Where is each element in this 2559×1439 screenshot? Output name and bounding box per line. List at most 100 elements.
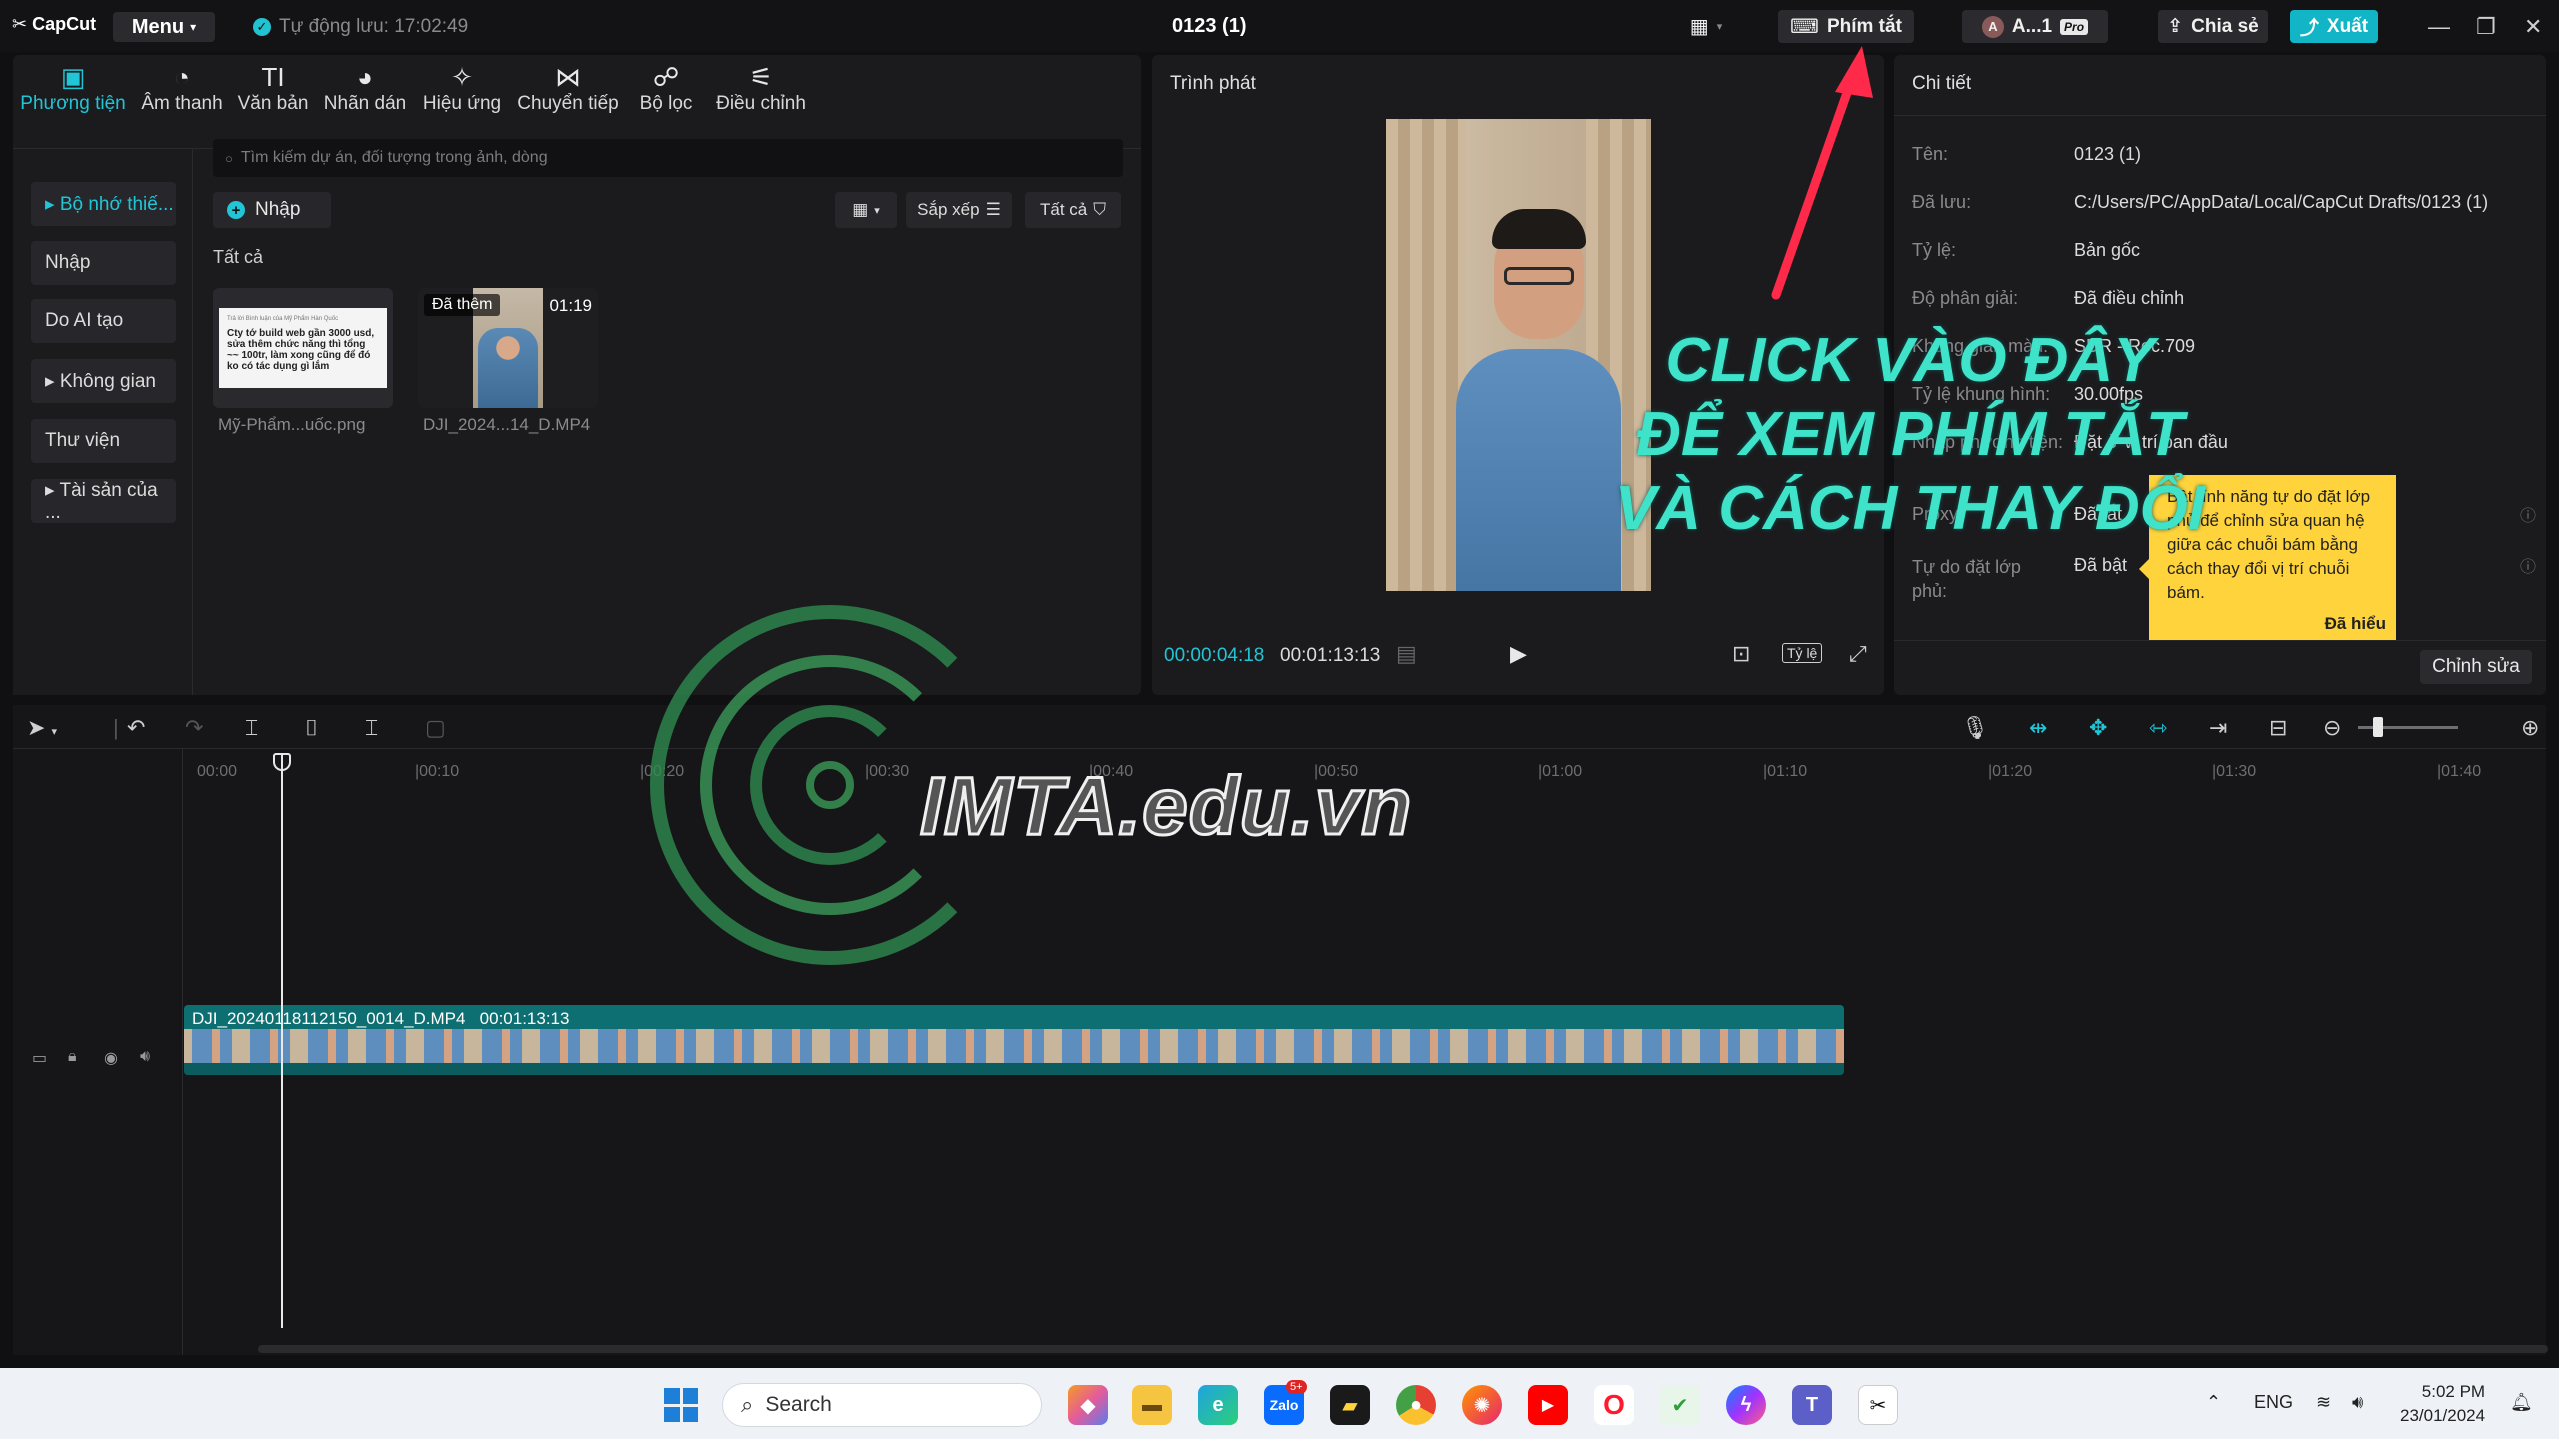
tab-adjust[interactable]: ⚟ Điều chỉnh (711, 61, 811, 115)
account-button[interactable]: A A...1 Pro (1962, 10, 2108, 43)
media-thumb-image[interactable]: Trả lời Bình luận của Mỹ Phẩm Hàn Quốc Ct… (213, 288, 393, 408)
wifi-icon[interactable]: ≋ (2316, 1392, 2331, 1413)
search-input[interactable]: ○ Tìm kiếm dự án, đối tượng trong ảnh, dò… (213, 139, 1123, 177)
filter-all-button[interactable]: Tất cả ⛉ (1025, 192, 1121, 228)
redo-icon[interactable]: ↷ (185, 715, 203, 741)
toolbar-separator: | (113, 715, 119, 740)
app-icon[interactable]: ✔ (1660, 1385, 1700, 1425)
avatar: A (1981, 15, 2004, 38)
zoom-slider-handle[interactable] (2373, 717, 2383, 737)
text-icon: TI (261, 62, 285, 92)
microphone-icon[interactable]: 🎙 (1961, 715, 1989, 741)
sidebar-item-space[interactable]: ▸ Không gian (31, 359, 176, 403)
linkage-icon[interactable]: ⇿ (2149, 715, 2167, 741)
teams-icon[interactable]: T (1792, 1385, 1832, 1425)
tooltip-ok-button[interactable]: Đã hiểu (2325, 612, 2386, 636)
section-label: Tất cả (213, 247, 264, 267)
timeline-scrollbar[interactable] (258, 1345, 2548, 1353)
edge-icon[interactable]: e (1198, 1385, 1238, 1425)
info-icon[interactable]: ⓘ (2520, 502, 2536, 526)
minimize-icon[interactable]: — (2428, 14, 2450, 40)
preview-axis-icon[interactable]: ⇥ (2209, 715, 2227, 741)
sidebar-item-assets[interactable]: ▸ Tài sản của ... (31, 479, 176, 523)
timeline-grid-icon[interactable]: ▤ (1396, 641, 1417, 667)
split-icon[interactable]: ⌶ (245, 715, 258, 741)
lock-icon[interactable]: 🔒︎ (68, 1048, 77, 1066)
autosave-text: Tự động lưu: 17:02:49 (279, 16, 469, 37)
trim-right-icon[interactable]: ⌶ (365, 715, 378, 741)
undo-icon[interactable]: ↶ (127, 715, 145, 741)
clip-thumbnails (184, 1029, 1844, 1063)
tab-label: Hiệu ứng (422, 93, 502, 114)
close-icon[interactable]: ✕ (2524, 14, 2542, 40)
shortcuts-button[interactable]: ⌨ Phím tắt (1778, 10, 1914, 43)
sidebar-item-ai[interactable]: Do AI tạo (31, 299, 176, 343)
annotation-line: VÀ CÁCH THAY ĐỔI (1614, 474, 2206, 543)
chevron-down-icon: ▾ (1716, 21, 1723, 33)
media-thumb-video[interactable]: Đã thêm 01:19 (418, 288, 598, 408)
zoom-out-icon[interactable]: ⊖ (2323, 715, 2341, 741)
adjust-icon: ⚟ (749, 62, 773, 92)
zoom-in-icon[interactable]: ⊕ (2521, 715, 2539, 741)
info-icon[interactable]: ⓘ (2520, 553, 2536, 577)
volume-icon[interactable]: 🔊︎ (2352, 1392, 2363, 1413)
tab-sticker[interactable]: ◕ Nhãn dán (319, 61, 411, 115)
chevron-up-icon[interactable]: ⌃ (2206, 1392, 2221, 1413)
menu-button[interactable]: Menu ▾ (113, 12, 215, 42)
layout-button[interactable]: ▦ ▾ (1675, 10, 1737, 43)
ratio-button[interactable]: Tỷ lệ (1782, 643, 1823, 663)
detail-label: Đã lưu: (1912, 192, 1972, 212)
notification-icon[interactable]: 🔔︎ (2510, 1392, 2533, 1413)
tab-effects[interactable]: ✧ Hiệu ứng (417, 61, 507, 115)
view-mode-button[interactable]: ▦ ▾ (835, 192, 897, 228)
cover-icon[interactable]: ⊟ (2269, 715, 2287, 741)
playhead[interactable] (281, 753, 283, 1328)
firefox-icon[interactable]: ✺ (1462, 1385, 1502, 1425)
snapshot-icon[interactable]: ⊡ (1732, 641, 1750, 667)
share-button[interactable]: ⇪ Chia sẻ (2158, 10, 2268, 43)
sticky-notes-icon[interactable]: ▰ (1330, 1385, 1370, 1425)
main-track-magnet-icon[interactable]: ⇹ (2029, 715, 2047, 741)
import-button[interactable]: + Nhập (213, 192, 331, 228)
eye-icon[interactable]: ◉ (104, 1048, 118, 1068)
auto-snap-icon[interactable]: ✥ (2089, 715, 2107, 741)
tab-transition[interactable]: ⋈ Chuyển tiếp (513, 61, 623, 115)
sidebar-item-library[interactable]: Thư viện (31, 419, 176, 463)
clock-date: 23/01/2024 (2400, 1406, 2486, 1425)
restore-icon[interactable]: ❐ (2476, 14, 2496, 40)
delete-icon[interactable]: ▢ (425, 715, 446, 741)
copilot-icon[interactable]: ◆ (1068, 1385, 1108, 1425)
sort-button[interactable]: Sắp xếp ☰ (906, 192, 1012, 228)
volume-icon[interactable]: 🔊︎ (140, 1048, 150, 1066)
youtube-icon[interactable]: ▶ (1528, 1385, 1568, 1425)
tab-text[interactable]: TI Văn bản (233, 61, 313, 115)
tab-audio[interactable]: ◔ Âm thanh (137, 61, 227, 115)
import-label: Nhập (255, 199, 301, 220)
trim-left-icon[interactable]: ⌷ (305, 715, 318, 741)
cover-icon[interactable]: ▭ (32, 1048, 47, 1068)
layout-icon: ▦ (1689, 16, 1709, 38)
edit-button[interactable]: Chỉnh sửa (2420, 650, 2532, 684)
media-thumb-name: Mỹ-Phẩm...uốc.png (218, 415, 366, 434)
capcut-taskbar-icon[interactable]: ✂ (1858, 1385, 1898, 1425)
language-indicator[interactable]: ENG (2254, 1392, 2293, 1413)
fullscreen-icon[interactable]: ⤢ (1849, 641, 1867, 667)
windows-start-icon[interactable] (664, 1388, 698, 1422)
file-explorer-icon[interactable]: ▬ (1132, 1385, 1172, 1425)
clip-name: DJI_20240118112150_0014_D.MP4 (192, 1009, 466, 1028)
sidebar-item-local[interactable]: ▸ Bộ nhớ thiế... (31, 182, 176, 226)
select-tool-icon[interactable]: ➤ ▾ (27, 715, 57, 741)
messenger-icon[interactable]: ϟ (1726, 1385, 1766, 1425)
play-icon[interactable]: ▶ (1510, 641, 1527, 667)
filter-label: Tất cả (1040, 200, 1088, 219)
export-button[interactable]: ⤴ Xuất (2290, 10, 2378, 43)
sidebar-item-import[interactable]: Nhập (31, 241, 176, 285)
tab-label: Văn bản (237, 93, 309, 114)
video-clip[interactable]: DJI_20240118112150_0014_D.MP4 00:01:13:1… (184, 1005, 1844, 1075)
tab-media[interactable]: ▣ Phương tiện (19, 61, 127, 115)
chrome-icon[interactable]: ● (1396, 1385, 1436, 1425)
tab-filter[interactable]: ☍ Bộ lọc (631, 61, 701, 115)
clock[interactable]: 5:02 PM 23/01/2024 (2400, 1380, 2485, 1428)
taskbar-search[interactable]: ⌕ Search (722, 1383, 1042, 1427)
opera-icon[interactable]: O (1594, 1385, 1634, 1425)
